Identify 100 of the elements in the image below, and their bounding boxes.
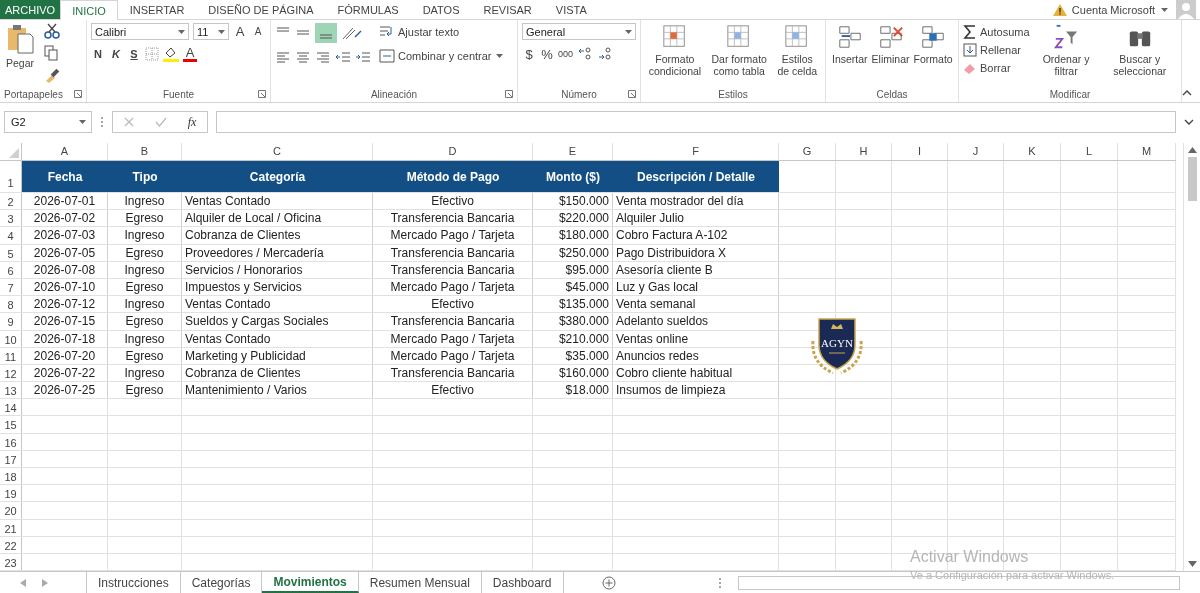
clear-button[interactable]: Borrar — [963, 59, 1030, 77]
number-format-field[interactable]: General — [522, 23, 636, 40]
group-label: Portapapeles — [4, 88, 63, 100]
ribbon-tab[interactable]: FÓRMULAS — [325, 0, 411, 19]
group-label: Modificar — [1049, 88, 1091, 100]
table-cell: Transferencia Bancaria — [373, 364, 533, 382]
table-cell: Asesoría cliente B — [613, 261, 779, 278]
table-cell: Egreso — [108, 347, 182, 364]
cells-button[interactable]: Formato — [911, 23, 955, 66]
font-size-field[interactable]: 11 — [193, 23, 229, 40]
column-header[interactable]: D — [373, 143, 533, 160]
autosum-button[interactable]: Autosuma — [963, 23, 1030, 41]
column-header[interactable]: M — [1118, 143, 1176, 160]
sheet-tab[interactable]: Movimientos — [262, 572, 359, 593]
grow-font-button[interactable]: A — [233, 23, 247, 40]
merge-center-button[interactable]: Combinar y centrar — [379, 47, 492, 65]
column-header[interactable]: J — [948, 143, 1004, 160]
table-cell: Transferencia Bancaria — [373, 210, 533, 227]
wrap-text-button[interactable]: Ajustar texto — [379, 23, 503, 41]
ribbon-tab[interactable]: DISEÑO DE PÁGINA — [196, 0, 326, 19]
table-cell: 2026-07-10 — [22, 278, 108, 296]
percent-button[interactable]: % — [540, 46, 554, 62]
column-header[interactable]: G — [779, 143, 836, 160]
table-cell: Adelanto sueldos — [613, 313, 779, 330]
sheet-tab[interactable]: Instrucciones — [87, 572, 181, 593]
table-cell: Mantenimiento / Varios — [182, 382, 373, 399]
column-header[interactable]: E — [533, 143, 613, 160]
table-cell: $160.000 — [533, 364, 613, 382]
italic-button[interactable]: K — [109, 46, 123, 62]
table-cell: 2026-07-22 — [22, 364, 108, 382]
table-cell: Mercado Pago / Tarjeta — [373, 278, 533, 296]
table-header-cell: Monto ($) — [533, 161, 613, 192]
table-header-cell: Descripción / Detalle — [613, 161, 779, 192]
ribbon-tab[interactable]: INSERTAR — [117, 0, 197, 19]
ribbon-tab[interactable]: INICIO — [60, 0, 118, 20]
table-header-cell: Fecha — [22, 161, 108, 192]
fill-button[interactable]: Rellenar — [963, 41, 1030, 59]
font-color-button[interactable]: A — [183, 46, 197, 62]
sheet-tab[interactable]: Resumen Mensual — [358, 572, 482, 593]
thousands-button[interactable]: 000 — [558, 46, 574, 62]
table-cell: Transferencia Bancaria — [373, 261, 533, 278]
sheet-tab[interactable]: Dashboard — [481, 572, 564, 593]
table-cell: Transferencia Bancaria — [373, 313, 533, 330]
column-header[interactable]: C — [182, 143, 373, 160]
shrink-font-button[interactable]: A — [251, 23, 265, 40]
ribbon-tab[interactable]: VISTA — [543, 0, 599, 19]
sort-filter-button[interactable]: Ordenar y filtrar — [1037, 23, 1095, 78]
table-cell: Efectivo — [373, 382, 533, 399]
table-cell: $18.000 — [533, 382, 613, 399]
file-tab[interactable]: ARCHIVO — [0, 0, 61, 19]
column-header[interactable]: F — [613, 143, 779, 160]
column-header[interactable]: A — [22, 143, 108, 160]
table-cell: Ventas online — [613, 330, 779, 347]
table-cell: Efectivo — [373, 193, 533, 210]
table-cell: $150.000 — [533, 193, 613, 210]
table-cell: Ingreso — [108, 261, 182, 278]
ribbon-tab[interactable]: DATOS — [410, 0, 472, 19]
table-cell: Servicios / Honorarios — [182, 261, 373, 278]
font-name-field[interactable]: Calibri — [91, 23, 189, 40]
insert-function-button[interactable]: fx — [187, 114, 197, 130]
table-cell: Ingreso — [108, 193, 182, 210]
table-cell: 2026-07-02 — [22, 210, 108, 227]
name-box[interactable]: G2 — [4, 111, 92, 133]
table-cell: Egreso — [108, 210, 182, 227]
paste-button[interactable]: Pegar — [4, 23, 37, 70]
styles-button[interactable]: Estilos de celda — [773, 23, 821, 78]
ribbon-tab[interactable]: REVISAR — [471, 0, 544, 19]
group-label: Fuente — [162, 88, 195, 100]
underline-button[interactable]: S — [127, 46, 141, 62]
find-select-button[interactable]: Buscar y seleccionar — [1102, 23, 1177, 78]
table-cell: Proveedores / Mercadería — [182, 244, 373, 261]
table-cell: $180.000 — [533, 227, 613, 244]
column-header[interactable]: K — [1004, 143, 1061, 160]
table-cell: Transferencia Bancaria — [373, 244, 533, 261]
table-cell: $380.000 — [533, 313, 613, 330]
column-header[interactable]: H — [836, 143, 892, 160]
table-header-cell: Tipo — [108, 161, 182, 192]
cells-button[interactable]: Insertar — [830, 23, 870, 66]
cells-button[interactable]: Eliminar — [869, 23, 912, 66]
group-label: Celdas — [876, 88, 908, 100]
column-header[interactable]: I — [892, 143, 948, 160]
table-cell: Alquiler de Local / Oficina — [182, 210, 373, 227]
table-cell: Ingreso — [108, 227, 182, 244]
table-cell: Mercado Pago / Tarjeta — [373, 227, 533, 244]
bold-button[interactable]: N — [91, 46, 105, 62]
styles-button[interactable]: Dar formato como tabla — [704, 23, 774, 78]
table-cell: Mercado Pago / Tarjeta — [373, 347, 533, 364]
table-cell: Ingreso — [108, 330, 182, 347]
column-header[interactable]: L — [1061, 143, 1118, 160]
table-cell: Egreso — [108, 244, 182, 261]
table-cell: Mercado Pago / Tarjeta — [373, 330, 533, 347]
account-button[interactable]: Cuenta Microsoft — [1071, 3, 1155, 16]
table-cell: Cobranza de Clientes — [182, 227, 373, 244]
table-cell: $135.000 — [533, 296, 613, 313]
column-header[interactable]: B — [108, 143, 182, 160]
table-cell: Ventas Contado — [182, 330, 373, 347]
currency-button[interactable]: $ — [522, 46, 536, 62]
table-cell: Pago Distribuidora X — [613, 244, 779, 261]
styles-button[interactable]: Formato condicional — [645, 23, 705, 78]
table-cell: Ingreso — [108, 364, 182, 382]
